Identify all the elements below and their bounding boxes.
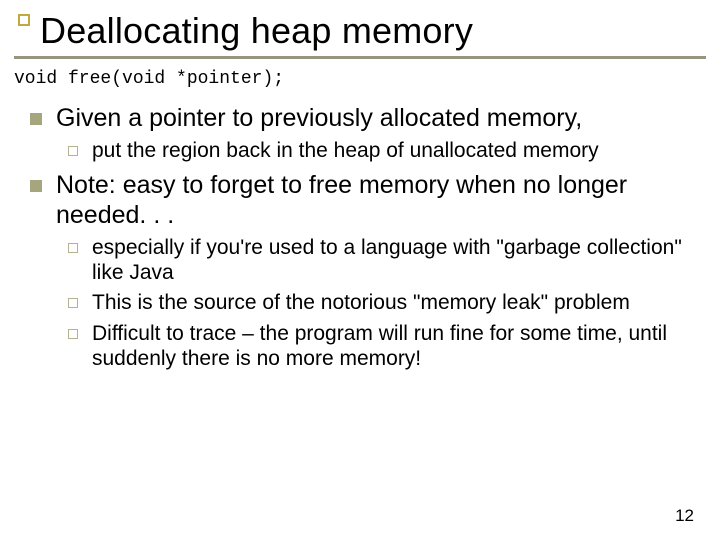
hollow-square-bullet-icon [68,146,78,156]
code-snippet: void free(void *pointer); [0,59,720,99]
list-subitem-text: especially if you're used to a language … [92,236,696,286]
list-subitem: put the region back in the heap of unall… [68,139,696,164]
list-item: Note: easy to forget to free memory when… [30,170,696,230]
list-subitem: Difficult to trace – the program will ru… [68,322,696,372]
list-item-text: Given a pointer to previously allocated … [56,103,582,133]
square-bullet-icon [30,113,42,125]
hollow-square-bullet-icon [68,329,78,339]
square-bullet-icon [30,180,42,192]
list-subitem-text: Difficult to trace – the program will ru… [92,322,696,372]
title-block: Deallocating heap memory [0,0,720,52]
title-accent-box [18,14,30,26]
list-item-text: Note: easy to forget to free memory when… [56,170,696,230]
content-area: Given a pointer to previously allocated … [0,103,720,372]
list-item: Given a pointer to previously allocated … [30,103,696,133]
list-subitem-text: put the region back in the heap of unall… [92,139,599,164]
hollow-square-bullet-icon [68,298,78,308]
hollow-square-bullet-icon [68,243,78,253]
slide-title: Deallocating heap memory [18,10,720,52]
list-subitem: This is the source of the notorious "mem… [68,291,696,316]
page-number: 12 [675,506,694,526]
list-subitem: especially if you're used to a language … [68,236,696,286]
list-subitem-text: This is the source of the notorious "mem… [92,291,630,316]
